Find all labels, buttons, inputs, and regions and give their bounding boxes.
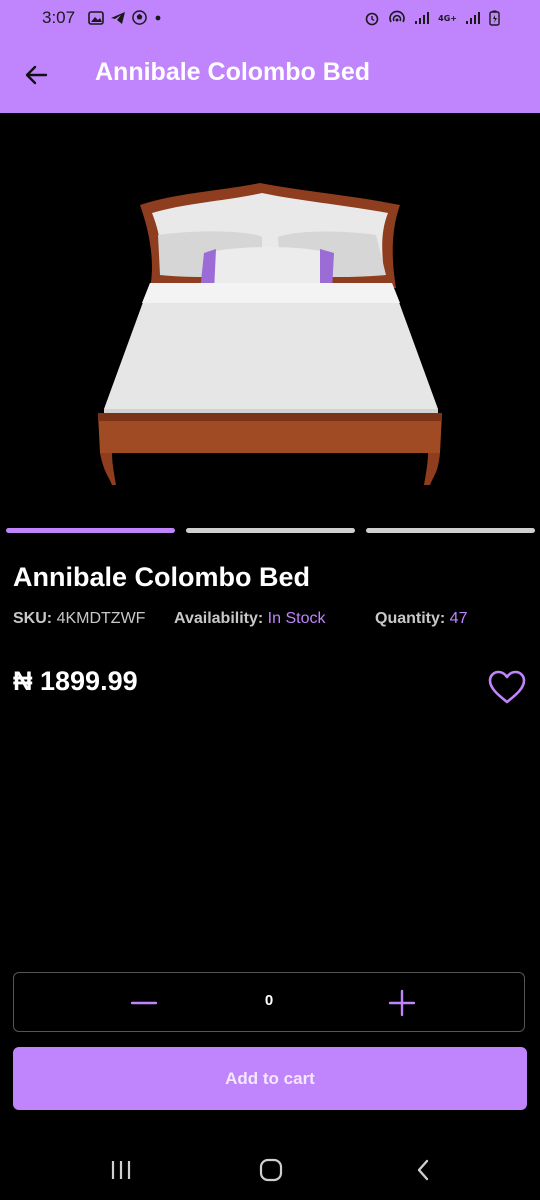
arrow-left-icon[interactable]: [22, 60, 52, 90]
bed-product-image: [98, 183, 442, 485]
system-nav-bar: [0, 1140, 540, 1200]
dot-icon: [155, 15, 161, 20]
signal-icon: [466, 12, 480, 24]
availability-value: In Stock: [267, 610, 326, 627]
signal-icon: [415, 12, 430, 24]
product-name: Annibale Colombo Bed: [13, 562, 310, 592]
alarm-icon: [365, 12, 379, 26]
status-bar: 3:07 4G+: [0, 0, 540, 38]
sku-label: SKU:: [13, 610, 53, 627]
app-bar: Annibale Colombo Bed: [0, 38, 540, 113]
recent-apps-icon[interactable]: [106, 1158, 136, 1182]
soccer-ball-icon: [132, 10, 147, 25]
sku-value: 4KMDTZWF: [56, 610, 146, 627]
product-price: ₦ 1899.99: [13, 666, 138, 696]
network-4g-icon: 4G+: [438, 13, 457, 23]
status-icons-left: [88, 10, 163, 25]
minus-icon[interactable]: [124, 985, 164, 1021]
heart-outline-icon[interactable]: [487, 668, 527, 708]
status-time: 3:07: [42, 8, 76, 27]
telegram-icon: [111, 11, 125, 24]
quantity-stepper: 0: [13, 972, 525, 1032]
product-image-carousel[interactable]: [0, 113, 540, 523]
home-icon[interactable]: [256, 1158, 286, 1182]
status-icons-right: 4G+: [364, 10, 500, 26]
quantity-info: Quantity: 47: [375, 610, 467, 628]
battery-icon: [489, 10, 500, 26]
gallery-icon: [88, 10, 104, 25]
sku-info: SKU: 4KMDTZWF: [13, 610, 145, 628]
quantity-value: 47: [449, 610, 468, 627]
quantity-display: 0: [264, 992, 274, 1009]
quantity-label: Quantity:: [375, 610, 446, 627]
availability-info: Availability: In Stock: [174, 610, 325, 628]
carousel-indicator-1[interactable]: [6, 528, 175, 533]
add-to-cart-button[interactable]: Add to cart: [13, 1047, 527, 1110]
back-chevron-icon[interactable]: [408, 1158, 438, 1182]
availability-label: Availability:: [174, 610, 264, 627]
page-title: Annibale Colombo Bed: [95, 58, 370, 86]
carousel-indicator-2[interactable]: [186, 528, 355, 533]
hotspot-icon: [389, 10, 405, 23]
plus-icon[interactable]: [382, 985, 422, 1021]
carousel-indicator-3[interactable]: [366, 528, 535, 533]
carousel-indicators: [0, 528, 540, 534]
